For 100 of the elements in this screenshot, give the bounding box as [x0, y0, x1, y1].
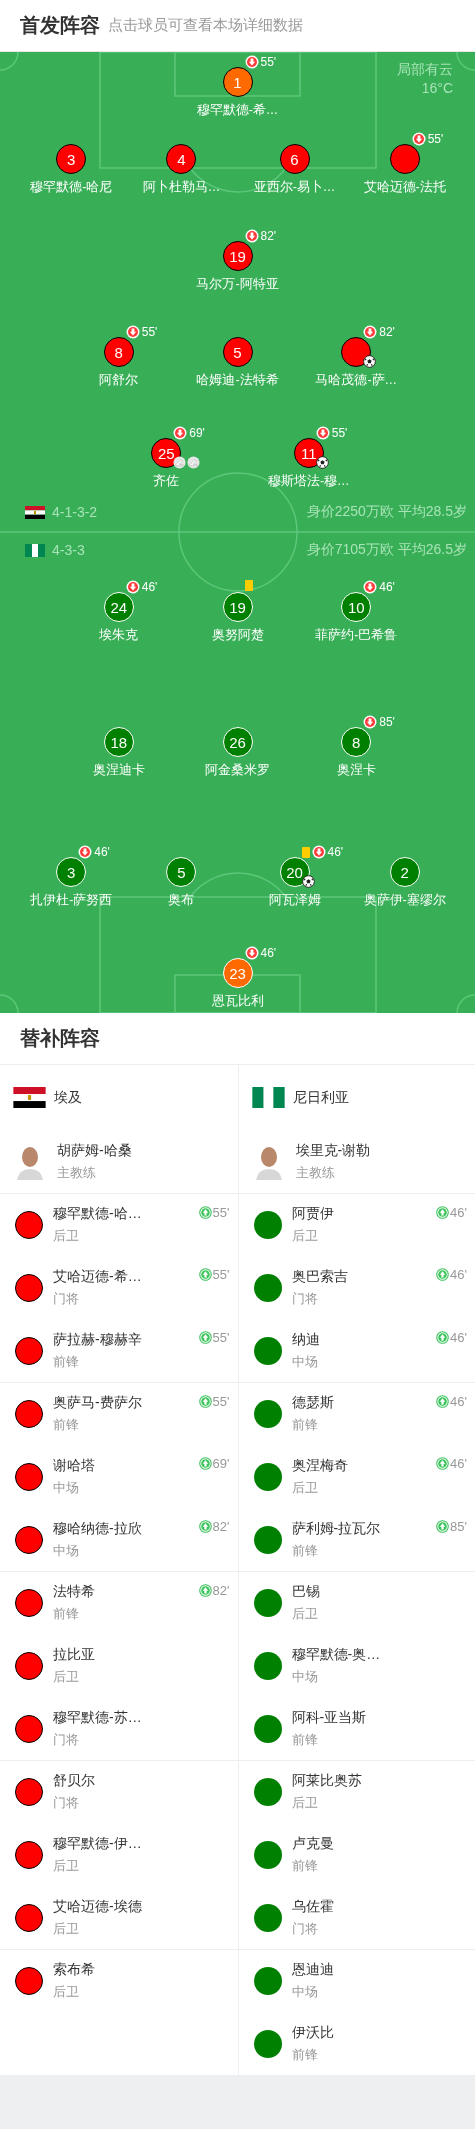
player-name[interactable]: 埃朱克: [99, 627, 139, 644]
player-name[interactable]: 恩迪迪: [291, 1961, 334, 1979]
player-name[interactable]: 哈姆迪-法特希: [196, 372, 279, 389]
sub-off-icon: [173, 426, 188, 440]
coach-name[interactable]: 埃里克-谢勒: [295, 1141, 371, 1160]
player-position: 中场: [53, 1478, 80, 1497]
player-position: 中场: [291, 1352, 319, 1371]
player-name[interactable]: 艾哈迈德-埃德: [53, 1897, 142, 1916]
player-position: 前锋: [53, 1605, 80, 1623]
player-name[interactable]: 奥萨伊-塞缪尔: [363, 892, 446, 909]
player-position: 后卫: [53, 1227, 80, 1245]
player-name[interactable]: 亚西尔-易卜…: [253, 179, 336, 196]
player-name[interactable]: 艾哈迈德-希…: [53, 1267, 142, 1286]
coach-name[interactable]: 胡萨姆-哈桑: [57, 1141, 132, 1160]
player-name[interactable]: 法特希: [53, 1583, 95, 1601]
sub-off-minute: 46': [141, 580, 158, 594]
player-name[interactable]: 巴锡: [291, 1583, 320, 1601]
coach-role: 主教练: [295, 1163, 336, 1182]
sub-off-icon: [78, 845, 93, 859]
player-name[interactable]: 谢哈塔: [53, 1456, 95, 1475]
player-name[interactable]: 奥努阿楚: [211, 627, 264, 644]
player-name[interactable]: 阿瓦泽姆: [268, 892, 321, 909]
sub-off-icon: [125, 325, 140, 339]
player-position: 门将: [291, 1289, 319, 1308]
player-name[interactable]: 菲萨约-巴希鲁: [315, 627, 398, 644]
formation-text: 4-1-3-2: [52, 504, 98, 520]
player-position: 前锋: [291, 1856, 319, 1875]
player-name[interactable]: 奥萨马-费萨尔: [53, 1394, 142, 1412]
player-name[interactable]: 索布希: [53, 1961, 95, 1979]
player-position: 门将: [53, 1289, 80, 1308]
player-name[interactable]: 阿莱比奥苏: [291, 1772, 362, 1790]
player-name[interactable]: 阿科-亚当斯: [291, 1708, 367, 1727]
sub-on-minute: 46': [450, 1267, 467, 1282]
player-name[interactable]: 舒贝尔: [53, 1772, 95, 1790]
player-name[interactable]: 穆斯塔法-穆…: [267, 473, 350, 490]
player-name[interactable]: 纳迪: [291, 1330, 320, 1349]
booking-card-icon: [301, 846, 310, 858]
sub-off-icon: [244, 229, 259, 243]
sub-off-icon: [363, 325, 378, 339]
player-name[interactable]: 艾哈迈德-法托: [363, 179, 446, 196]
boot-icon: [187, 456, 201, 469]
sub-on-icon: [436, 1268, 450, 1281]
sub-off-icon: [363, 580, 378, 594]
sub-off-minute: 55': [141, 325, 158, 339]
player-name[interactable]: 阿金桑米罗: [205, 762, 270, 779]
player-name[interactable]: 奥涅迪卡: [92, 762, 145, 779]
player-name[interactable]: 伊沃比: [291, 2023, 334, 2042]
player-name[interactable]: 马尔万-阿特亚: [196, 276, 279, 293]
player-name[interactable]: 奥布: [168, 892, 195, 909]
sub-on-minute: 55': [212, 1394, 230, 1409]
player-name[interactable]: 奥涅梅奇: [291, 1456, 348, 1475]
player-position: 前锋: [291, 2045, 319, 2064]
temperature-text: 16°C: [421, 79, 453, 98]
player-name[interactable]: 乌佐霍: [291, 1897, 334, 1916]
sub-on-icon: [198, 1331, 212, 1344]
weather-text: 局部有云: [397, 60, 453, 79]
player-name[interactable]: 穆罕默德-哈尼: [30, 179, 113, 196]
sub-on-minute: 46': [450, 1205, 467, 1220]
player-name[interactable]: 奥巴索吉: [291, 1267, 348, 1286]
sub-on-minute: 55': [212, 1330, 230, 1345]
sub-on-minute: 46': [450, 1330, 467, 1345]
player-position: 后卫: [291, 1227, 319, 1245]
sub-on-minute: 46': [450, 1456, 467, 1471]
sub-on-minute: 82': [212, 1583, 230, 1598]
sub-off-minute: 55': [331, 426, 348, 440]
player-name[interactable]: 卢克曼: [291, 1834, 334, 1853]
player-name[interactable]: 穆罕默德-伊…: [53, 1834, 142, 1853]
sub-on-icon: [198, 1268, 212, 1281]
player-name[interactable]: 拉比亚: [53, 1645, 95, 1664]
sub-off-minute: 69': [189, 426, 205, 440]
player-name[interactable]: 阿贾伊: [291, 1205, 334, 1223]
sub-on-icon: [436, 1395, 450, 1408]
sub-on-icon: [198, 1457, 212, 1470]
sub-on-icon: [436, 1520, 450, 1533]
player-name[interactable]: 穆罕默德-哈…: [53, 1205, 142, 1223]
sub-on-icon: [198, 1395, 212, 1408]
player-name[interactable]: 穆哈纳德-拉欣: [53, 1519, 142, 1538]
flag-icon: [25, 543, 45, 557]
player-name[interactable]: 扎伊杜-萨努西: [30, 892, 113, 909]
player-position: 门将: [291, 1919, 319, 1938]
sub-on-icon: [198, 1520, 212, 1533]
player-name[interactable]: 恩瓦比利: [211, 993, 264, 1010]
player-name[interactable]: 穆罕默德-希…: [196, 102, 279, 119]
sub-off-minute: 46': [379, 580, 395, 594]
player-name[interactable]: 奥涅卡: [336, 762, 376, 779]
player-name[interactable]: 萨拉赫-穆赫辛: [53, 1330, 142, 1349]
booking-card-icon: [244, 580, 253, 591]
player-name[interactable]: 穆罕默德-苏…: [53, 1708, 142, 1727]
player-name[interactable]: 马哈茂德-萨…: [315, 372, 398, 389]
flag-icon: [13, 1087, 46, 1108]
player-name[interactable]: 阿卜杜勒马…: [142, 179, 221, 196]
player-position: 前锋: [53, 1416, 80, 1434]
player-position: 后卫: [53, 1919, 80, 1938]
player-name[interactable]: 萨利姆-拉瓦尔: [291, 1519, 381, 1538]
player-name[interactable]: 穆罕默德-奥…: [291, 1645, 381, 1664]
player-position: 后卫: [53, 1983, 80, 2001]
sub-on-minute: 82': [212, 1519, 230, 1534]
player-name[interactable]: 德瑟斯: [291, 1394, 334, 1412]
player-name[interactable]: 齐佐: [153, 473, 180, 490]
player-name[interactable]: 阿舒尔: [99, 372, 139, 389]
